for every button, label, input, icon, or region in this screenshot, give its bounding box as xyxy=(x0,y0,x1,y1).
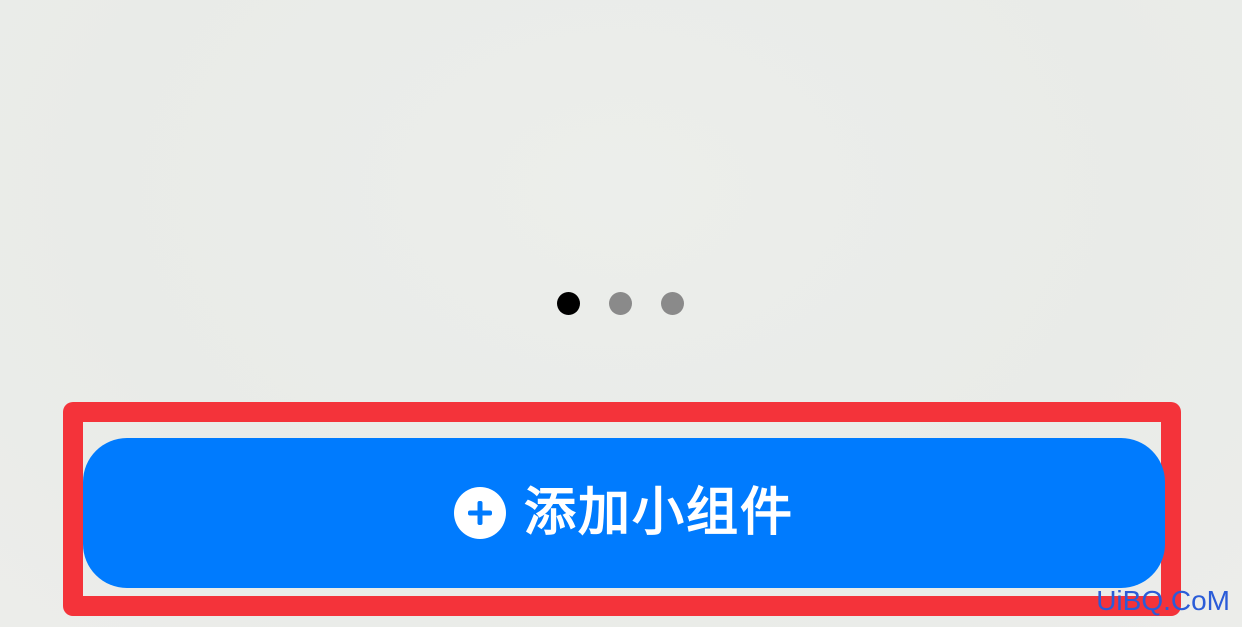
page-dot-1[interactable] xyxy=(557,292,580,315)
add-widget-button[interactable]: 添加小组件 xyxy=(83,438,1165,588)
home-screen-background: 添加小组件 UiBQ.CoM xyxy=(0,0,1242,627)
add-widget-label: 添加小组件 xyxy=(523,483,794,543)
watermark-text: UiBQ.CoM xyxy=(1096,585,1230,616)
plus-circle-icon xyxy=(453,487,506,539)
page-dot-3[interactable] xyxy=(661,292,684,315)
page-indicator[interactable] xyxy=(557,292,684,315)
page-dot-2[interactable] xyxy=(609,292,632,315)
